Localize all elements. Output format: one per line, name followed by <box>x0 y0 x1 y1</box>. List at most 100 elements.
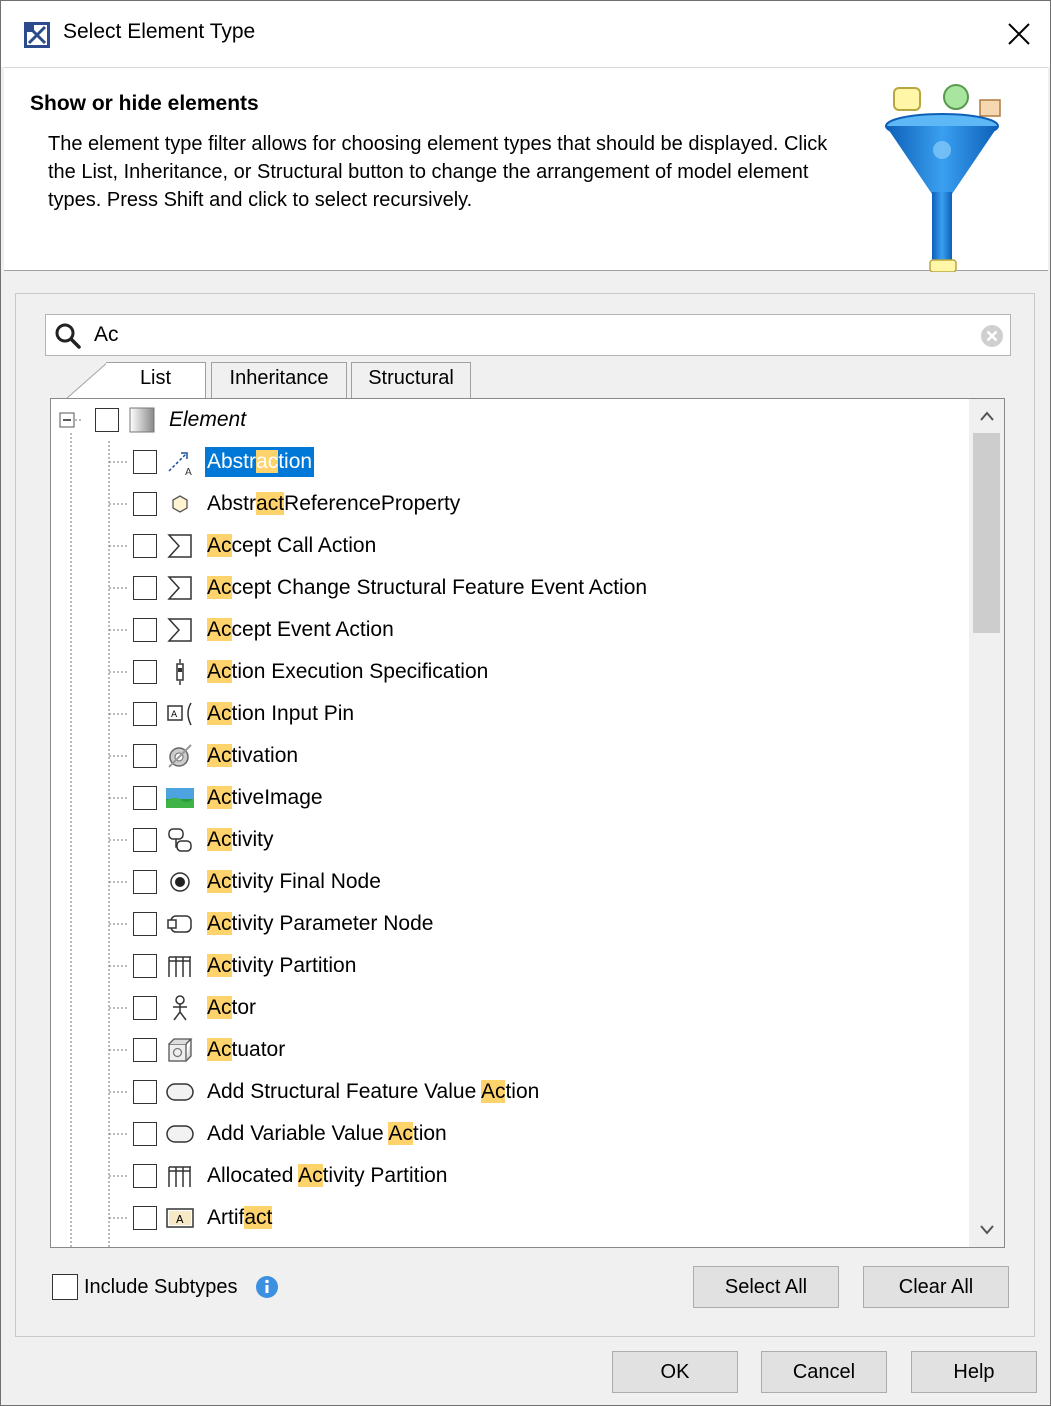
tree-checkbox[interactable] <box>133 870 157 894</box>
filter-panel: Ac List Inheritance Structural Element A… <box>15 293 1035 1337</box>
tree-checkbox[interactable] <box>133 576 157 600</box>
tree-scrollbar[interactable] <box>969 399 1004 1247</box>
tree-item[interactable]: Actuator <box>133 1029 287 1071</box>
tab-structural[interactable]: Structural <box>351 362 471 398</box>
tree-item[interactable]: Activity Final Node <box>133 861 383 903</box>
tree-item-label: Artifact <box>205 1203 274 1233</box>
tree-root-element[interactable]: Element <box>95 399 248 441</box>
tree-item-text: cept Event Action <box>231 618 394 641</box>
tree-item-text: tivation <box>231 744 299 767</box>
svg-text:A: A <box>176 1213 184 1226</box>
cancel-button[interactable]: Cancel <box>761 1351 887 1393</box>
tree-item-text: ReferenceProperty <box>284 492 461 515</box>
tree-item-label: Accept Change Structural Feature Event A… <box>205 573 649 603</box>
tree-item[interactable]: Accept Call Action <box>133 525 378 567</box>
tree-item-text: tion <box>412 1122 447 1145</box>
tree-item[interactable]: Action Execution Specification <box>133 651 490 693</box>
tree-checkbox[interactable] <box>133 1164 157 1188</box>
search-match-highlight: Ac <box>207 912 232 935</box>
scroll-thumb[interactable] <box>973 433 1000 633</box>
tree-checkbox[interactable] <box>133 744 157 768</box>
search-input[interactable]: Ac <box>45 314 1011 356</box>
tree-checkbox[interactable] <box>133 996 157 1020</box>
tree-checkbox[interactable] <box>133 618 157 642</box>
tree-checkbox[interactable] <box>133 954 157 978</box>
tree-item-label: Activity <box>205 825 276 855</box>
search-match-highlight: Ac <box>207 954 232 977</box>
tree-item[interactable]: Activity Parameter Node <box>133 903 435 945</box>
tree-item[interactable]: A Artifact <box>133 1197 274 1239</box>
tab-inheritance[interactable]: Inheritance <box>211 362 347 398</box>
header-description: The element type filter allows for choos… <box>48 133 828 211</box>
tree-checkbox[interactable] <box>133 912 157 936</box>
search-match-highlight: Ac <box>207 1038 232 1061</box>
include-subtypes-checkbox[interactable] <box>52 1274 78 1300</box>
tree-item[interactable]: Allocated Activity Partition <box>133 1155 449 1197</box>
close-button[interactable] <box>993 11 1045 57</box>
tree-item-text: Abstr <box>207 450 257 473</box>
tree-checkbox[interactable] <box>133 1038 157 1062</box>
svg-text:A: A <box>185 467 192 477</box>
action-icon <box>165 1119 195 1149</box>
search-match-highlight: Ac <box>207 786 232 809</box>
element-type-tree[interactable]: Element A Abstraction AbstractReferenceProp… <box>50 398 1005 1248</box>
abstraction-icon: A <box>165 447 195 477</box>
tree-item-label: AbstractReferenceProperty <box>205 489 462 519</box>
view-tabs: List Inheritance Structural <box>66 362 1026 400</box>
tree-checkbox[interactable] <box>133 1122 157 1146</box>
tree-item-label: Activation <box>205 741 300 771</box>
tree-checkbox[interactable] <box>133 786 157 810</box>
tree-item-label: Accept Event Action <box>205 615 396 645</box>
tree-item-label: Add Variable Value Action <box>205 1119 449 1149</box>
select-all-button[interactable]: Select All <box>693 1266 839 1308</box>
tree-item[interactable]: Activity Partition <box>133 945 358 987</box>
help-button[interactable]: Help <box>911 1351 1037 1393</box>
filter-funnel-icon <box>885 84 1001 272</box>
tree-item-label: Abstraction <box>205 447 315 477</box>
tree-item-text: Add Variable Value <box>207 1122 389 1145</box>
tree-item[interactable]: Actor <box>133 987 258 1029</box>
ok-button[interactable]: OK <box>612 1351 738 1393</box>
app-icon <box>24 22 50 48</box>
tree-checkbox[interactable] <box>133 828 157 852</box>
tree-item-text: tion <box>505 1080 540 1103</box>
partition-icon <box>165 951 195 981</box>
tab-list[interactable]: List <box>106 362 206 400</box>
clear-all-button[interactable]: Clear All <box>863 1266 1009 1308</box>
tree-item[interactable]: Accept Change Structural Feature Event A… <box>133 567 649 609</box>
tree-item-text: Abstr <box>207 492 257 515</box>
tree-item-text: cept Change Structural Feature Event Act… <box>231 576 648 599</box>
tree-checkbox[interactable] <box>133 702 157 726</box>
search-match-highlight: Ac <box>207 534 232 557</box>
clear-search-icon[interactable] <box>980 324 1004 348</box>
tree-item[interactable]: Accept Event Action <box>133 609 396 651</box>
tree-item-text: tion <box>278 450 313 473</box>
tree-checkbox[interactable] <box>133 450 157 474</box>
title-bar: Select Element Type <box>1 1 1050 67</box>
scroll-up-button[interactable] <box>969 399 1004 433</box>
search-match-highlight: act <box>256 492 285 515</box>
tree-item[interactable]: ActiveImage <box>133 777 325 819</box>
tree-item[interactable]: AbstractReferenceProperty <box>133 483 462 525</box>
tree-checkbox[interactable] <box>133 492 157 516</box>
tree-checkbox[interactable] <box>133 534 157 558</box>
include-subtypes[interactable]: Include Subtypes <box>52 1274 279 1300</box>
parameter-node-icon <box>165 909 195 939</box>
search-match-highlight: Ac <box>207 660 232 683</box>
info-icon[interactable] <box>255 1275 279 1299</box>
tree-item[interactable]: Activation <box>133 735 300 777</box>
tree-item[interactable]: Add Variable Value Action <box>133 1113 449 1155</box>
tree-checkbox[interactable] <box>95 408 119 432</box>
tree-item-text: tion Input Pin <box>231 702 355 725</box>
tree-item-text: cept Call Action <box>231 534 377 557</box>
tree-item[interactable]: Add Structural Feature Value Action <box>133 1071 541 1113</box>
scroll-down-button[interactable] <box>969 1213 1004 1247</box>
tree-item[interactable]: Activity <box>133 819 276 861</box>
artifact-icon: A <box>165 1203 195 1233</box>
tree-checkbox[interactable] <box>133 660 157 684</box>
tree-item[interactable]: A Action Input Pin <box>133 693 356 735</box>
tree-item[interactable]: A Abstraction <box>133 441 315 483</box>
tab-slant <box>66 362 108 399</box>
tree-checkbox[interactable] <box>133 1080 157 1104</box>
tree-checkbox[interactable] <box>133 1206 157 1230</box>
